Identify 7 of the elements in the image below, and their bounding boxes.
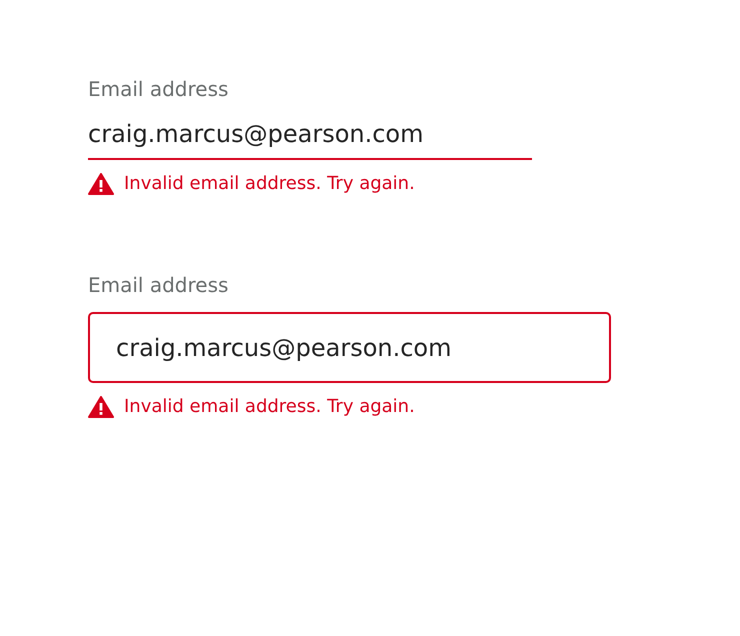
field-label: Email address [88, 76, 230, 103]
error-message: Invalid email address. Try again. [124, 395, 415, 419]
warning-icon [88, 173, 114, 195]
warning-icon [88, 396, 114, 418]
field-label: Email address [88, 272, 230, 299]
error-message: Invalid email address. Try again. [124, 172, 415, 196]
email-field[interactable]: craig.marcus@pearson.com [88, 312, 611, 383]
